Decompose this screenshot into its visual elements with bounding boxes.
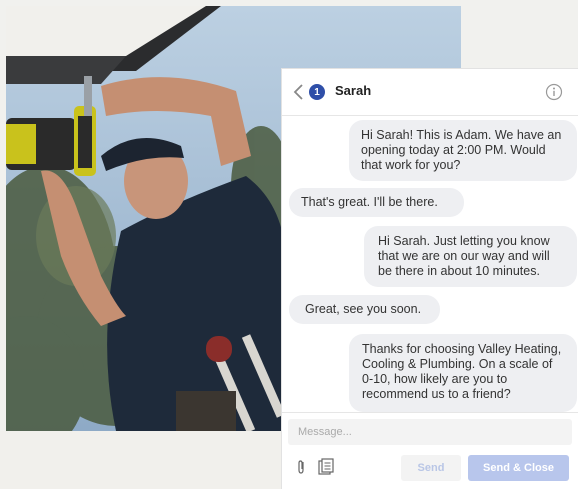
chat-window: 1 Sarah Hi Sarah! This is Adam. We have … — [281, 68, 578, 489]
send-button[interactable]: Send — [401, 455, 461, 481]
chevron-left-icon[interactable] — [292, 82, 306, 102]
message-list: Hi Sarah! This is Adam. We have an openi… — [282, 116, 578, 412]
message-bubble-outgoing: Hi Sarah! This is Adam. We have an openi… — [349, 120, 577, 181]
message-input[interactable] — [288, 419, 572, 445]
message-bubble-incoming: That's great. I'll be there. — [289, 188, 464, 217]
template-icon[interactable] — [318, 458, 334, 476]
unread-count-badge: 1 — [309, 84, 325, 100]
contact-name: Sarah — [335, 83, 372, 98]
send-and-close-button[interactable]: Send & Close — [468, 455, 569, 481]
message-bubble-outgoing: Thanks for choosing Valley Heating, Cool… — [349, 334, 577, 412]
composer-divider — [282, 412, 578, 413]
photo-bottom-strip — [0, 431, 282, 489]
info-icon[interactable] — [545, 83, 563, 101]
chat-header: 1 Sarah — [282, 69, 578, 116]
paperclip-icon[interactable] — [294, 458, 308, 476]
message-bubble-outgoing: Hi Sarah. Just letting you know that we … — [364, 226, 577, 287]
message-bubble-incoming: Great, see you soon. — [289, 295, 440, 324]
